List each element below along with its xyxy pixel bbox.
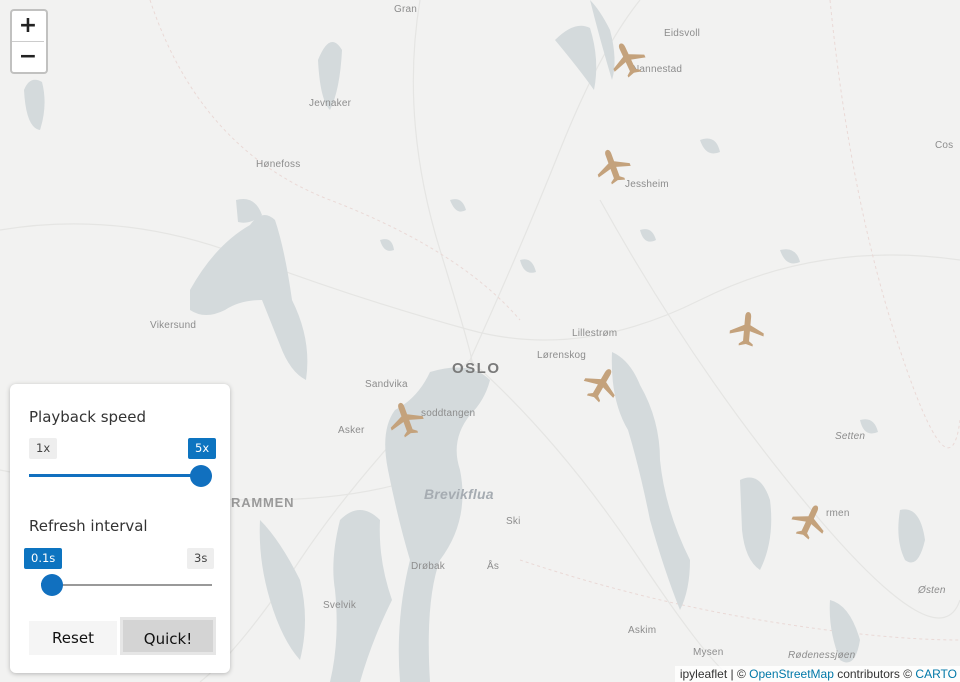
plane-marker[interactable] xyxy=(789,502,829,542)
airplane-icon xyxy=(791,505,824,540)
place-nesoddtangen: soddtangen xyxy=(421,408,476,419)
plane-marker[interactable] xyxy=(386,400,426,440)
attribution-separator: | © xyxy=(727,667,750,681)
place-svelvik: Svelvik xyxy=(323,600,357,611)
reset-button[interactable]: Reset xyxy=(29,621,117,655)
playback-speed-label: Playback speed xyxy=(29,408,147,426)
slider-thumb[interactable] xyxy=(190,465,212,487)
control-panel: Playback speed 1x 5x Refresh interval 0.… xyxy=(10,384,230,673)
place-ski: Ski xyxy=(506,516,521,527)
zoom-out-button[interactable]: − xyxy=(12,41,44,72)
place-as: Ås xyxy=(487,561,500,572)
map[interactable]: Gran Eidsvoll Nannestad Jevnaker Hønefos… xyxy=(0,0,960,682)
quick-button[interactable]: Quick! xyxy=(120,617,216,655)
refresh-max-label: 3s xyxy=(187,548,215,569)
playback-value-badge: 5x xyxy=(188,438,217,459)
place-osten: Østen xyxy=(918,585,946,596)
zoom-control: + − xyxy=(10,9,48,74)
place-mysen: Mysen xyxy=(693,647,724,658)
slider-fill xyxy=(29,474,201,477)
plane-marker[interactable] xyxy=(727,310,767,350)
refresh-interval-label: Refresh interval xyxy=(29,517,148,535)
place-cos: Cos xyxy=(935,140,954,151)
airplane-icon xyxy=(597,149,631,185)
refresh-interval-slider[interactable] xyxy=(41,574,212,596)
place-drobak: Drøbak xyxy=(411,561,445,572)
place-honefoss: Hønefoss xyxy=(256,159,301,170)
carto-link[interactable]: CARTO xyxy=(915,667,957,681)
playback-speed-slider[interactable] xyxy=(29,465,212,487)
place-brevikflua: Brevikflua xyxy=(424,486,494,502)
attribution-prefix: ipyleaflet xyxy=(679,667,728,681)
place-gran: Gran xyxy=(394,4,418,15)
zoom-in-button[interactable]: + xyxy=(12,11,44,41)
place-morken: rmen xyxy=(826,508,850,519)
place-drammen: RAMMEN xyxy=(231,495,295,510)
place-askim: Askim xyxy=(628,625,657,636)
airplane-icon xyxy=(613,43,646,78)
attribution-contributors: contributors © xyxy=(833,667,916,681)
plane-marker[interactable] xyxy=(608,40,648,80)
plane-marker[interactable] xyxy=(581,365,621,405)
place-asker: Asker xyxy=(338,425,365,436)
slider-track xyxy=(41,584,212,586)
osm-link[interactable]: OpenStreetMap xyxy=(749,667,834,681)
place-sandvika: Sandvika xyxy=(365,379,408,390)
place-setten: Setten xyxy=(835,431,866,442)
place-vikersund: Vikersund xyxy=(150,320,197,331)
place-oslo: OSLO xyxy=(452,360,501,377)
place-lorenskog: Lørenskog xyxy=(537,350,587,361)
place-rodenessjoen: Rødenessjøen xyxy=(788,650,856,661)
attribution: ipyleaflet | © OpenStreetMap contributor… xyxy=(674,666,960,682)
slider-thumb[interactable] xyxy=(41,574,63,596)
airplane-icon xyxy=(390,402,424,438)
plane-marker[interactable] xyxy=(593,147,633,187)
playback-min-label: 1x xyxy=(29,438,58,459)
place-eidsvoll: Eidsvoll xyxy=(664,28,701,39)
place-jevnaker: Jevnaker xyxy=(309,98,352,109)
airplane-icon xyxy=(583,369,615,403)
refresh-value-badge: 0.1s xyxy=(24,548,63,569)
place-lillestrom: Lillestrøm xyxy=(572,328,618,339)
airplane-icon xyxy=(729,312,764,347)
